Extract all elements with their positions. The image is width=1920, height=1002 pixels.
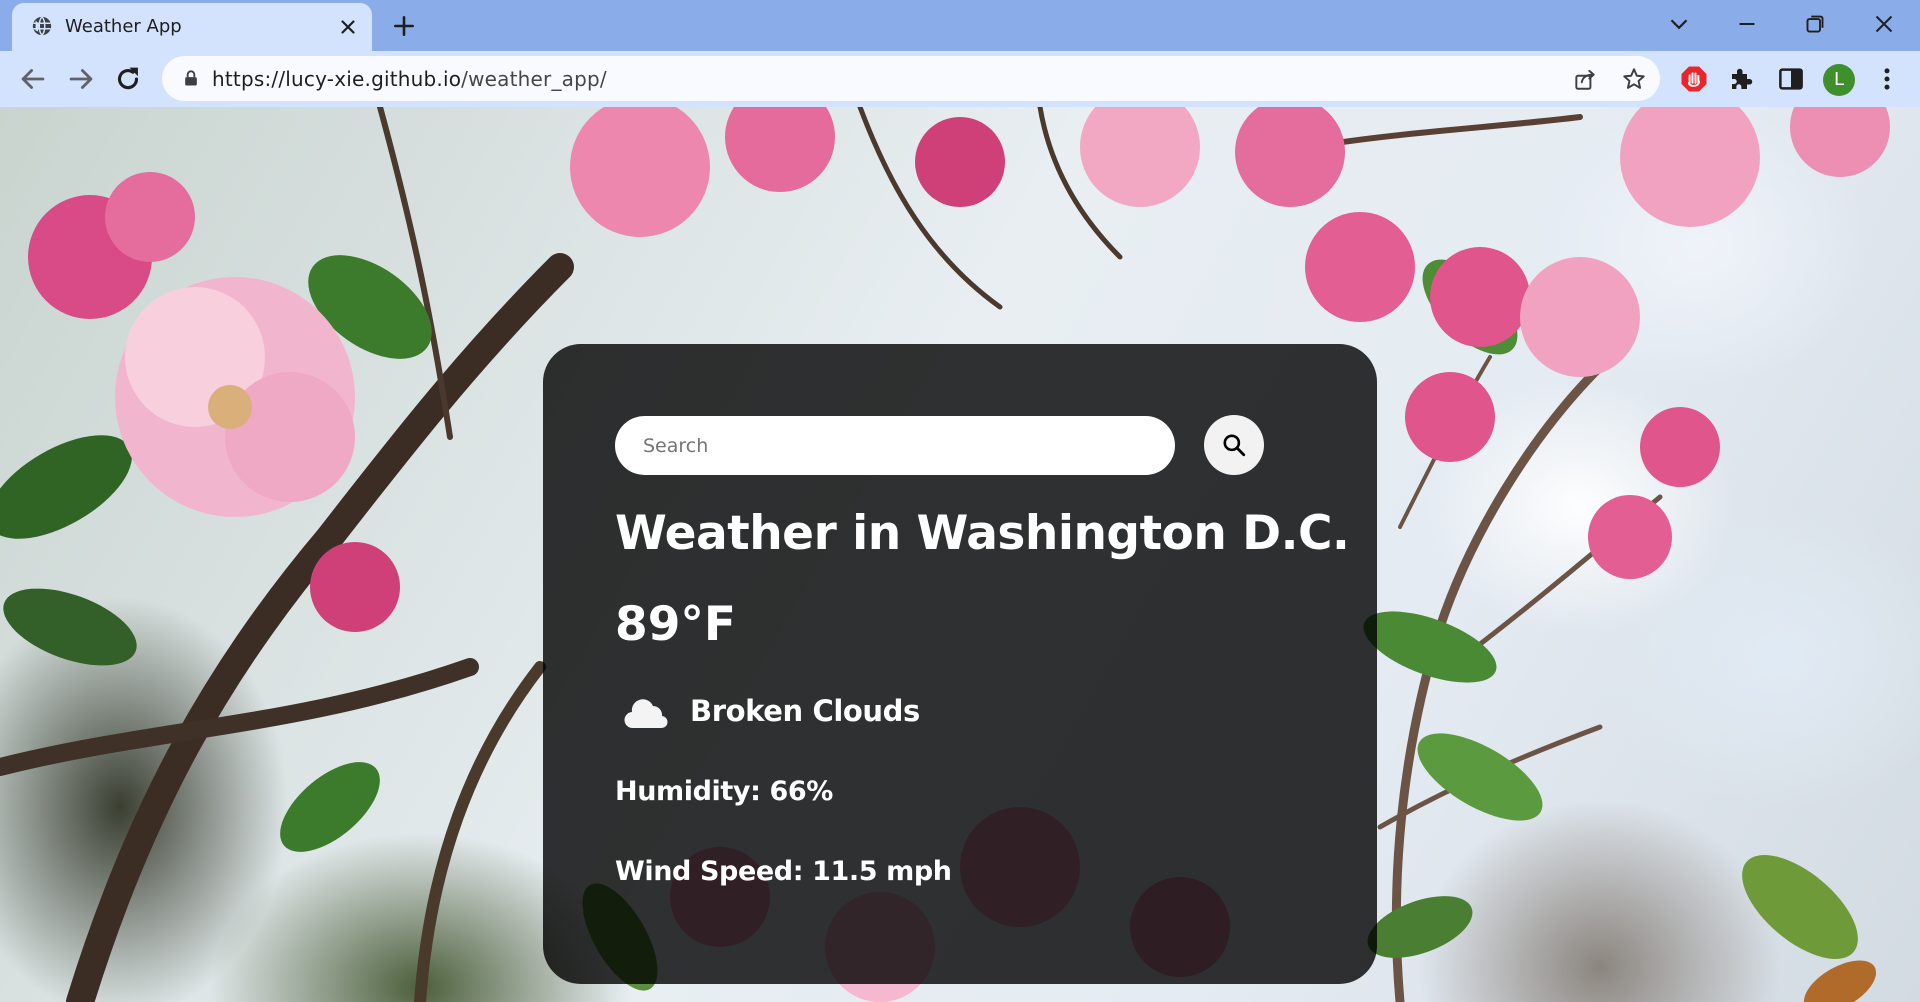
plus-icon[interactable]: [391, 13, 417, 39]
tab-strip: Weather App: [0, 0, 1920, 51]
page-content: Weather in Washington D.C. 89°F Broken C…: [0, 107, 1920, 1002]
search-button[interactable]: [1204, 415, 1264, 475]
back-arrow-icon[interactable]: [16, 62, 50, 96]
kebab-menu-icon[interactable]: [1872, 64, 1902, 94]
humidity-text: Humidity: 66%: [615, 776, 833, 807]
tab-weather-app[interactable]: Weather App: [12, 3, 372, 51]
url-path: /weather_app/: [461, 67, 607, 91]
reload-icon[interactable]: [111, 62, 145, 96]
chevron-down-icon[interactable]: [1664, 9, 1694, 39]
avatar[interactable]: L: [1823, 64, 1855, 96]
url-text: https://lucy-xie.github.io/weather_app/: [212, 67, 607, 91]
browser-toolbar: https://lucy-xie.github.io/weather_app/ …: [0, 51, 1920, 107]
puzzle-icon[interactable]: [1727, 64, 1757, 94]
search-input[interactable]: [615, 416, 1175, 475]
forward-arrow-icon[interactable]: [64, 62, 98, 96]
search-icon: [1223, 434, 1246, 457]
sidepanel-icon[interactable]: [1776, 64, 1806, 94]
lock-icon[interactable]: [181, 68, 201, 88]
restore-icon[interactable]: [1800, 9, 1830, 39]
globe-icon: [32, 16, 52, 36]
star-icon[interactable]: [1621, 66, 1647, 92]
url-host: https://lucy-xie.github.io: [212, 67, 462, 91]
address-bar[interactable]: https://lucy-xie.github.io/weather_app/: [162, 56, 1660, 101]
weather-card: Weather in Washington D.C. 89°F Broken C…: [543, 344, 1377, 984]
weather-condition: Broken Clouds: [690, 694, 920, 728]
cloud-icon: [624, 699, 668, 729]
browser-window: Weather App https://lucy-xie.github.io/w…: [0, 0, 1920, 1002]
share-icon[interactable]: [1572, 66, 1598, 92]
window-close-icon[interactable]: [1869, 9, 1899, 39]
adblock-icon[interactable]: [1679, 64, 1709, 94]
minimize-icon[interactable]: [1732, 9, 1762, 39]
wind-speed-text: Wind Speed: 11.5 mph: [615, 856, 952, 887]
temperature: 89°F: [615, 597, 737, 652]
city-heading: Weather in Washington D.C.: [615, 506, 1350, 561]
close-icon[interactable]: [337, 16, 359, 38]
tab-title: Weather App: [65, 16, 182, 37]
